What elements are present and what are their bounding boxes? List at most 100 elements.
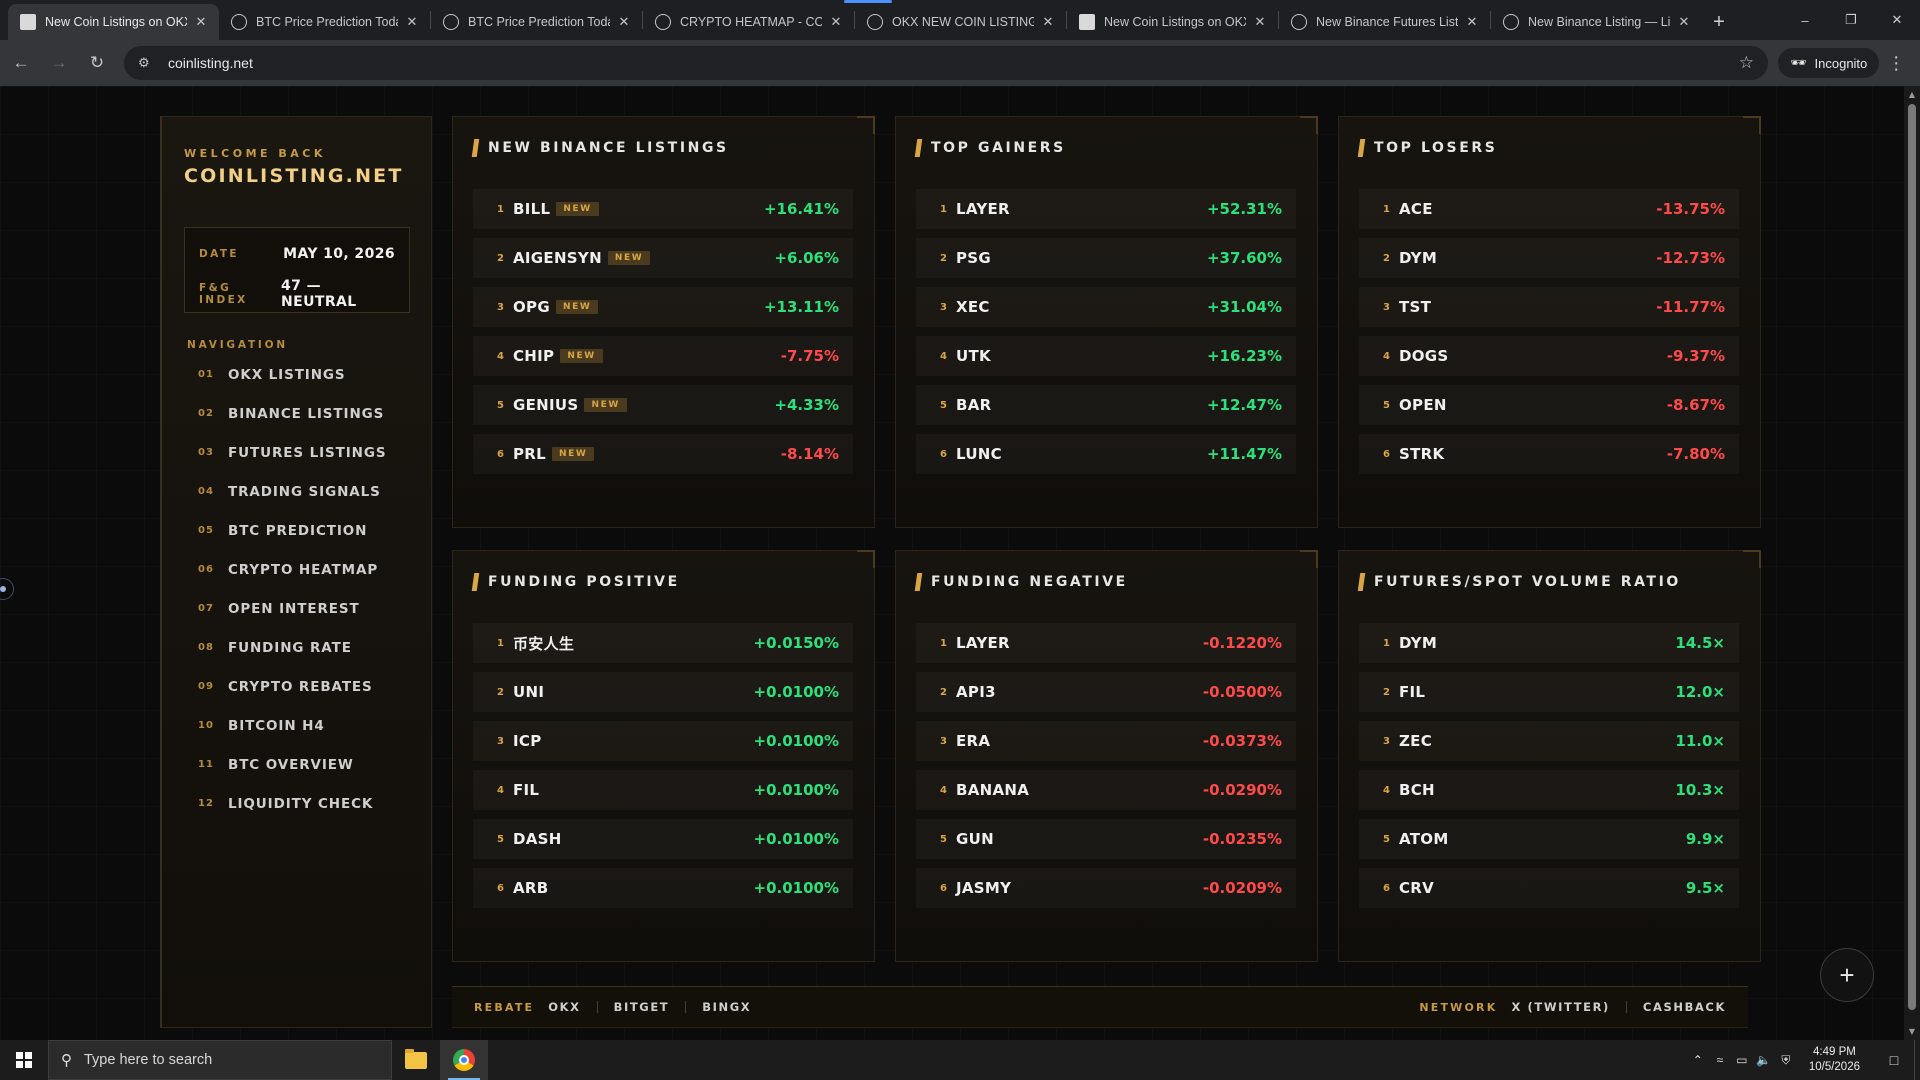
table-row[interactable]: 3 XEC +31.04%	[916, 287, 1296, 327]
chrome-taskbar-button[interactable]	[440, 1040, 488, 1080]
sidebar-nav-item[interactable]: 10 BITCOIN H4	[198, 706, 386, 745]
table-row[interactable]: 6 STRK -7.80%	[1359, 434, 1739, 474]
bookmark-star-icon[interactable]: ☆	[1739, 53, 1754, 73]
footer-link[interactable]: OKX	[548, 1000, 580, 1014]
edge-handle-icon[interactable]	[0, 578, 14, 600]
sidebar-nav-item[interactable]: 03 FUTURES LISTINGS	[198, 433, 386, 472]
close-tab-icon[interactable]: ✕	[828, 14, 844, 30]
show-desktop-button[interactable]	[1914, 1040, 1920, 1080]
table-row[interactable]: 1 币安人生 +0.0150%	[473, 623, 853, 663]
clock[interactable]: 4:49 PM 10/5/2026	[1809, 1045, 1860, 1075]
close-tab-icon[interactable]: ✕	[1464, 14, 1480, 30]
reload-icon[interactable]: ↻	[80, 46, 114, 80]
table-row[interactable]: 1 LAYER +52.31%	[916, 189, 1296, 229]
forward-arrow-icon[interactable]: →	[42, 46, 76, 80]
table-row[interactable]: 4 CHIP NEW -7.75%	[473, 336, 853, 376]
table-row[interactable]: 1 DYM 14.5×	[1359, 623, 1739, 663]
sidebar-nav-item[interactable]: 04 TRADING SIGNALS	[198, 472, 386, 511]
table-row[interactable]: 6 LUNC +11.47%	[916, 434, 1296, 474]
table-row[interactable]: 3 ERA -0.0373%	[916, 721, 1296, 761]
table-row[interactable]: 2 FIL 12.0×	[1359, 672, 1739, 712]
table-row[interactable]: 2 API3 -0.0500%	[916, 672, 1296, 712]
sidebar-nav-item[interactable]: 06 CRYPTO HEATMAP	[198, 550, 386, 589]
table-row[interactable]: 3 TST -11.77%	[1359, 287, 1739, 327]
sidebar-nav-item[interactable]: 02 BINANCE LISTINGS	[198, 394, 386, 433]
sidebar-nav-item[interactable]: 11 BTC OVERVIEW	[198, 745, 386, 784]
table-row[interactable]: 2 UNI +0.0100%	[473, 672, 853, 712]
footer-link[interactable]: X (TWITTER)	[1511, 1000, 1609, 1014]
footer-link[interactable]: BINGX	[702, 1000, 751, 1014]
browser-tab[interactable]: New Coin Listings on OKX ✕	[8, 4, 219, 40]
sidebar-nav-item[interactable]: 08 FUNDING RATE	[198, 628, 386, 667]
table-row[interactable]: 5 GENIUS NEW +4.33%	[473, 385, 853, 425]
sidebar-nav-item[interactable]: 12 LIQUIDITY CHECK	[198, 784, 386, 823]
scrollbar-thumb[interactable]	[1908, 104, 1916, 1010]
browser-tab[interactable]: New Binance Listing — Liv ✕	[1491, 4, 1702, 40]
close-tab-icon[interactable]: ✕	[1040, 14, 1056, 30]
table-row[interactable]: 5 BAR +12.47%	[916, 385, 1296, 425]
site-info-icon[interactable]: ⚙	[138, 55, 156, 71]
table-row[interactable]: 4 DOGS -9.37%	[1359, 336, 1739, 376]
close-tab-icon[interactable]: ✕	[193, 14, 209, 30]
browser-tab[interactable]: CRYPTO HEATMAP - COIN ✕	[643, 4, 854, 40]
sidebar-nav-item[interactable]: 05 BTC PREDICTION	[198, 511, 386, 550]
close-tab-icon[interactable]: ✕	[616, 14, 632, 30]
table-row[interactable]: 4 BCH 10.3×	[1359, 770, 1739, 810]
browser-tab[interactable]: BTC Price Prediction Today ✕	[219, 4, 430, 40]
taskbar-search[interactable]: ⚲ Type here to search	[48, 1040, 392, 1080]
browser-tab[interactable]: OKX NEW COIN LISTINGS ✕	[855, 4, 1066, 40]
table-row[interactable]: 3 OPG NEW +13.11%	[473, 287, 853, 327]
browser-tab[interactable]: New Coin Listings on OKX ✕	[1067, 4, 1278, 40]
file-explorer-button[interactable]	[392, 1040, 440, 1080]
close-tab-icon[interactable]: ✕	[404, 14, 420, 30]
site-brand[interactable]: COINLISTING.NET	[184, 165, 404, 187]
minimize-icon[interactable]: –	[1782, 0, 1828, 40]
table-row[interactable]: 2 PSG +37.60%	[916, 238, 1296, 278]
back-arrow-icon[interactable]: ←	[4, 46, 38, 80]
page-scrollbar[interactable]: ▲ ▼	[1904, 86, 1920, 1040]
browser-tab[interactable]: New Binance Futures Listi ✕	[1279, 4, 1490, 40]
table-row[interactable]: 3 ICP +0.0100%	[473, 721, 853, 761]
close-window-icon[interactable]: ✕	[1874, 0, 1920, 40]
table-row[interactable]: 4 UTK +16.23%	[916, 336, 1296, 376]
table-row[interactable]: 1 ACE -13.75%	[1359, 189, 1739, 229]
table-row[interactable]: 5 ATOM 9.9×	[1359, 819, 1739, 859]
chevron-up-icon[interactable]: ⌃	[1687, 1053, 1709, 1067]
table-row[interactable]: 1 BILL NEW +16.41%	[473, 189, 853, 229]
scroll-down-icon[interactable]: ▼	[1904, 1027, 1920, 1036]
new-tab-button[interactable]: +	[1702, 4, 1736, 40]
url-text[interactable]: coinlisting.net	[168, 55, 1739, 71]
table-row[interactable]: 2 DYM -12.73%	[1359, 238, 1739, 278]
restore-icon[interactable]: ❐	[1828, 0, 1874, 40]
scroll-up-icon[interactable]: ▲	[1904, 90, 1920, 99]
footer-link[interactable]: BITGET	[614, 1000, 670, 1014]
table-row[interactable]: 4 FIL +0.0100%	[473, 770, 853, 810]
table-row[interactable]: 1 LAYER -0.1220%	[916, 623, 1296, 663]
table-row[interactable]: 2 AIGENSYN NEW +6.06%	[473, 238, 853, 278]
start-button[interactable]	[0, 1040, 48, 1080]
table-row[interactable]: 6 JASMY -0.0209%	[916, 868, 1296, 908]
wifi-icon[interactable]: ≈	[1709, 1053, 1731, 1067]
browser-tab[interactable]: BTC Price Prediction Today ✕	[431, 4, 642, 40]
security-shield-icon[interactable]: ⛨	[1775, 1053, 1797, 1068]
table-row[interactable]: 6 ARB +0.0100%	[473, 868, 853, 908]
table-row[interactable]: 5 GUN -0.0235%	[916, 819, 1296, 859]
sidebar-nav-item[interactable]: 07 OPEN INTEREST	[198, 589, 386, 628]
floating-add-button[interactable]: +	[1820, 948, 1874, 1002]
browser-menu-icon[interactable]: ⋮	[1879, 53, 1913, 74]
notification-icon[interactable]: □	[1874, 1052, 1914, 1068]
incognito-indicator[interactable]: 🕶 Incognito	[1778, 48, 1880, 78]
close-tab-icon[interactable]: ✕	[1676, 14, 1692, 30]
table-row[interactable]: 6 PRL NEW -8.14%	[473, 434, 853, 474]
table-row[interactable]: 4 BANANA -0.0290%	[916, 770, 1296, 810]
table-row[interactable]: 3 ZEC 11.0×	[1359, 721, 1739, 761]
footer-link[interactable]: CASHBACK	[1643, 1000, 1726, 1014]
volume-icon[interactable]: 🔈	[1753, 1053, 1775, 1067]
table-row[interactable]: 5 DASH +0.0100%	[473, 819, 853, 859]
table-row[interactable]: 6 CRV 9.5×	[1359, 868, 1739, 908]
sidebar-nav-item[interactable]: 09 CRYPTO REBATES	[198, 667, 386, 706]
close-tab-icon[interactable]: ✕	[1252, 14, 1268, 30]
address-bar[interactable]: ⚙ coinlisting.net ☆	[124, 46, 1768, 80]
battery-icon[interactable]: ▭	[1731, 1053, 1753, 1067]
table-row[interactable]: 5 OPEN -8.67%	[1359, 385, 1739, 425]
